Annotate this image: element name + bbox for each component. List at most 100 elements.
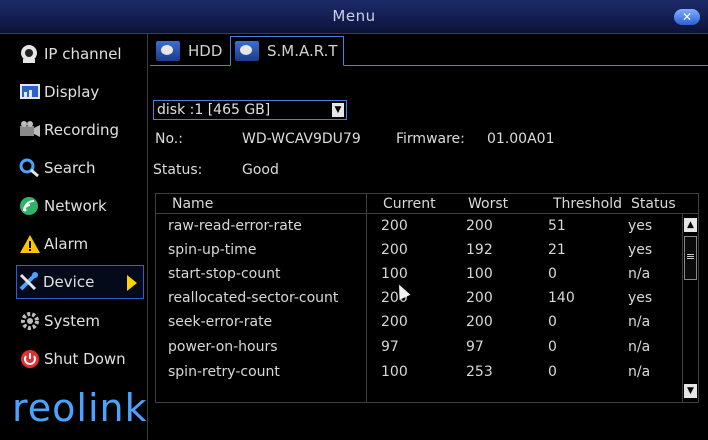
table-row[interactable]: start-stop-count 100 100 0 n/a: [156, 266, 682, 290]
sidebar-item-label: System: [44, 312, 100, 330]
cell-worst: 100: [466, 266, 493, 282]
display-icon: [18, 81, 42, 103]
tab-label: S.M.A.R.T: [267, 42, 338, 60]
sidebar-item-label: Network: [44, 197, 107, 215]
tab-smart[interactable]: S.M.A.R.T: [230, 36, 344, 66]
power-icon: [18, 348, 42, 370]
sidebar-item-alarm[interactable]: Alarm: [18, 227, 146, 261]
table-row[interactable]: power-on-hours 97 97 0 n/a: [156, 339, 682, 363]
sidebar-item-ip-channel[interactable]: IP channel: [18, 37, 146, 71]
cell-worst: 200: [466, 290, 493, 306]
cell-name: reallocated-sector-count: [168, 290, 339, 306]
table-row[interactable]: spin-retry-count 100 253 0 n/a: [156, 364, 682, 388]
device-icon: [17, 271, 41, 293]
smart-icon: [235, 41, 259, 61]
sidebar-item-label: Device: [43, 273, 95, 291]
sidebar-item-shut-down[interactable]: Shut Down: [18, 342, 146, 376]
sidebar-item-network[interactable]: Network: [18, 189, 146, 223]
serial-label: No.:: [155, 131, 183, 147]
cell-threshold: 51: [548, 218, 566, 234]
column-header-name: Name: [172, 196, 214, 212]
cell-name: spin-retry-count: [168, 364, 280, 380]
cell-threshold: 0: [548, 339, 557, 355]
status-value: Good: [242, 162, 279, 178]
cell-name: start-stop-count: [168, 266, 281, 282]
cell-status: yes: [628, 218, 653, 234]
sidebar: IP channel Display Recording Search Netw…: [8, 34, 148, 440]
sidebar-item-label: Search: [44, 159, 96, 177]
cell-current: 100: [381, 364, 408, 380]
cell-name: seek-error-rate: [168, 314, 273, 330]
cell-threshold: 0: [548, 364, 557, 380]
column-header-worst: Worst: [468, 196, 509, 212]
search-icon: [18, 157, 42, 179]
alarm-icon: [18, 233, 42, 255]
sidebar-item-label: Recording: [44, 121, 120, 139]
cell-worst: 253: [466, 364, 493, 380]
scroll-down-icon[interactable]: ▼: [684, 384, 697, 398]
cell-status: n/a: [628, 364, 651, 380]
cell-status: n/a: [628, 266, 651, 282]
table-scrollbar[interactable]: ▲ ≡ ▼: [682, 214, 698, 402]
active-arrow-icon: [127, 275, 137, 291]
cell-current: 200: [381, 242, 408, 258]
tab-bar: HDD S.M.A.R.T: [150, 34, 708, 66]
disk-select[interactable]: disk :1 [465 GB] ▼: [153, 100, 347, 120]
column-header-current: Current: [383, 196, 436, 212]
cell-threshold: 0: [548, 314, 557, 330]
close-icon[interactable]: ✕: [674, 9, 700, 25]
title-bar: Menu ✕: [0, 0, 708, 34]
cell-name: raw-read-error-rate: [168, 218, 302, 234]
cell-current: 200: [381, 218, 408, 234]
table-header: Name Current Worst Threshold Status: [156, 194, 698, 214]
chevron-down-icon[interactable]: ▼: [332, 103, 344, 117]
sidebar-item-system[interactable]: System: [18, 304, 146, 338]
cell-current: 97: [381, 339, 399, 355]
column-header-threshold: Threshold: [553, 196, 622, 212]
status-label: Status:: [153, 162, 203, 178]
table-row[interactable]: raw-read-error-rate 200 200 51 yes: [156, 218, 682, 242]
cell-status: yes: [628, 290, 653, 306]
sidebar-item-search[interactable]: Search: [18, 151, 146, 185]
cell-threshold: 140: [548, 290, 575, 306]
cell-worst: 200: [466, 218, 493, 234]
sidebar-item-label: Display: [44, 83, 100, 101]
cell-worst: 97: [466, 339, 484, 355]
window-title: Menu: [332, 7, 376, 25]
table-row[interactable]: reallocated-sector-count 200 200 140 yes: [156, 290, 682, 314]
ip-channel-icon: [18, 43, 42, 65]
column-header-status: Status: [631, 196, 676, 212]
smart-table: Name Current Worst Threshold Status raw-…: [155, 193, 699, 403]
tab-hdd[interactable]: HDD: [152, 36, 228, 66]
cell-threshold: 21: [548, 242, 566, 258]
cell-worst: 200: [466, 314, 493, 330]
table-row[interactable]: seek-error-rate 200 200 0 n/a: [156, 314, 682, 338]
scroll-up-icon[interactable]: ▲: [684, 218, 697, 232]
cell-status: yes: [628, 242, 653, 258]
scroll-thumb[interactable]: ≡: [684, 236, 697, 280]
cell-current: 200: [381, 314, 408, 330]
sidebar-item-display[interactable]: Display: [18, 75, 146, 109]
hdd-icon: [156, 41, 180, 61]
cell-name: spin-up-time: [168, 242, 257, 258]
table-row[interactable]: spin-up-time 200 192 21 yes: [156, 242, 682, 266]
sidebar-item-label: Alarm: [44, 235, 89, 253]
cell-status: n/a: [628, 314, 651, 330]
reolink-logo: reolink: [12, 386, 148, 430]
firmware-label: Firmware:: [396, 131, 465, 147]
cell-name: power-on-hours: [168, 339, 278, 355]
sidebar-item-label: Shut Down: [44, 350, 126, 368]
cell-status: n/a: [628, 339, 651, 355]
serial-value: WD-WCAV9DU79: [242, 131, 361, 147]
sidebar-item-device[interactable]: Device: [16, 265, 144, 299]
system-icon: [18, 310, 42, 332]
cell-worst: 192: [466, 242, 493, 258]
cell-current: 100: [381, 266, 408, 282]
sidebar-item-label: IP channel: [44, 45, 122, 63]
recording-icon: [18, 119, 42, 141]
tab-label: HDD: [188, 42, 223, 60]
sidebar-item-recording[interactable]: Recording: [18, 113, 146, 147]
network-icon: [18, 195, 42, 217]
disk-select-value: disk :1 [465 GB]: [157, 102, 271, 118]
firmware-value: 01.00A01: [487, 131, 555, 147]
